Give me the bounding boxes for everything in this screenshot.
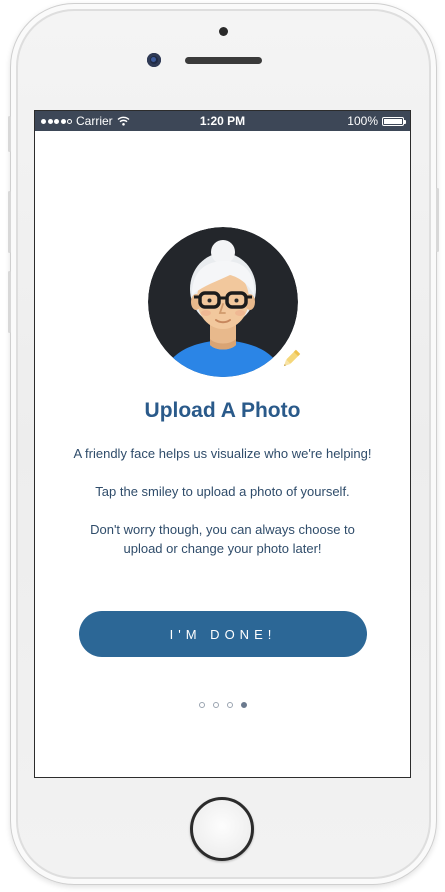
status-bar: Carrier 1:20 PM 100% bbox=[35, 111, 410, 131]
page-dot-3[interactable] bbox=[226, 702, 233, 708]
proximity-sensor bbox=[219, 27, 228, 36]
instruction-text: Tap the smiley to upload a photo of your… bbox=[95, 484, 350, 499]
screen: Carrier 1:20 PM 100% Upload A Photo A fr… bbox=[34, 110, 411, 778]
volume-down-button bbox=[8, 271, 11, 333]
front-camera bbox=[147, 53, 161, 67]
reassurance-text: Don't worry though, you can always choos… bbox=[90, 522, 355, 556]
page-dot-2[interactable] bbox=[212, 702, 219, 708]
earpiece-speaker bbox=[185, 57, 262, 64]
page-dot-4[interactable] bbox=[240, 702, 247, 708]
page-title: Upload A Photo bbox=[144, 399, 301, 422]
avatar-upload[interactable] bbox=[148, 227, 298, 377]
pencil-icon[interactable] bbox=[280, 348, 302, 370]
person-avatar-icon bbox=[148, 227, 298, 377]
status-right: 100% bbox=[347, 114, 406, 128]
page-dot-1[interactable] bbox=[198, 702, 205, 708]
power-button bbox=[436, 188, 439, 252]
intro-text: A friendly face helps us visualize who w… bbox=[73, 446, 372, 461]
volume-up-button bbox=[8, 191, 11, 253]
page-indicator bbox=[35, 702, 410, 708]
battery-icon bbox=[382, 116, 406, 126]
battery-percent: 100% bbox=[347, 114, 378, 128]
done-button[interactable]: I'M DONE! bbox=[79, 611, 367, 657]
mute-switch bbox=[8, 116, 11, 152]
home-button[interactable] bbox=[190, 797, 254, 861]
